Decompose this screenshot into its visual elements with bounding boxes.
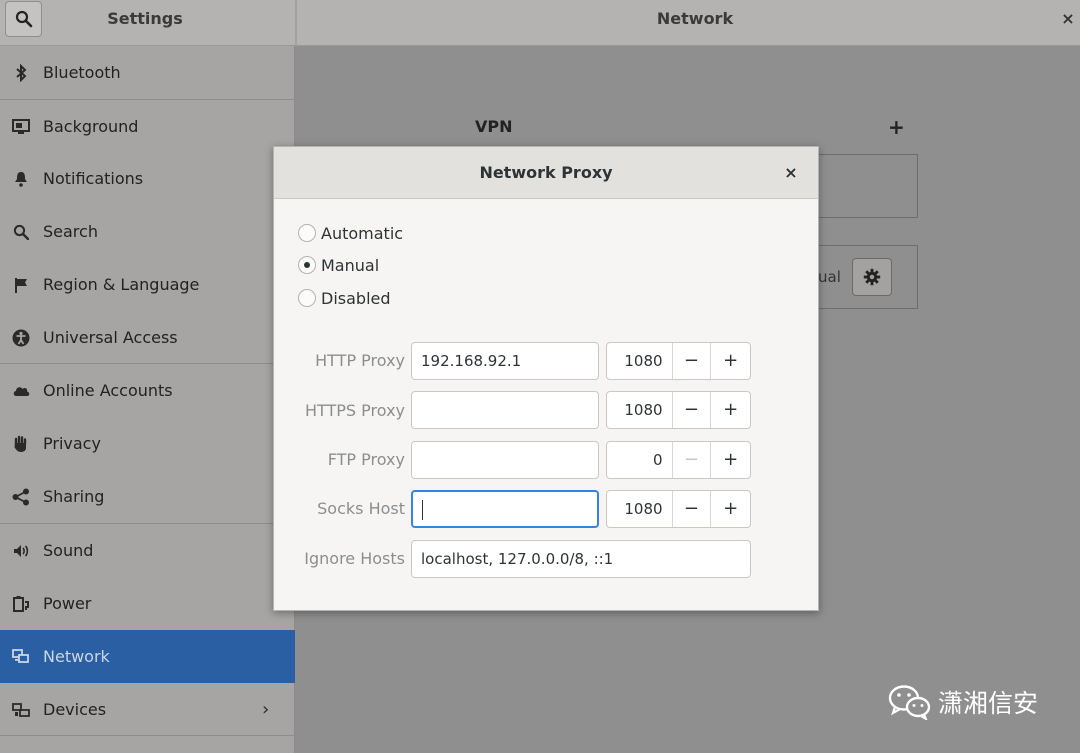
port-increment-button[interactable]: + xyxy=(711,491,750,527)
http-proxy-label: HTTP Proxy xyxy=(315,351,405,370)
socks-host-label: Socks Host xyxy=(317,499,405,518)
https-proxy-label: HTTPS Proxy xyxy=(304,401,405,420)
divider xyxy=(0,735,295,736)
network-proxy-dialog: Network Proxy × Automatic Manual Disable… xyxy=(273,146,819,611)
ignore-hosts-input[interactable]: localhost, 127.0.0.0/8, ::1 xyxy=(411,540,751,578)
sidebar-item-label: Background xyxy=(43,117,139,136)
port-increment-button[interactable]: + xyxy=(711,442,750,478)
window-close-button[interactable]: × xyxy=(1057,8,1079,30)
chevron-right-icon: › xyxy=(262,699,270,720)
sidebar-item-label: Notifications xyxy=(43,169,144,188)
speaker-icon xyxy=(12,542,30,560)
sidebar-item-online-accounts[interactable]: Online Accounts xyxy=(0,364,295,417)
sidebar-item-sharing[interactable]: Sharing xyxy=(0,470,295,523)
sidebar-item-power[interactable]: Power xyxy=(0,577,295,630)
ftp-proxy-host-input[interactable] xyxy=(411,441,599,479)
radio-disabled[interactable]: Disabled xyxy=(298,286,391,310)
network-icon xyxy=(12,648,30,666)
sidebar-item-universal-access[interactable]: Universal Access xyxy=(0,311,295,364)
sidebar-item-label: Online Accounts xyxy=(43,381,173,400)
dialog-close-button[interactable]: × xyxy=(778,161,804,185)
port-increment-button[interactable]: + xyxy=(711,343,750,379)
search-icon xyxy=(12,223,30,241)
wechat-icon xyxy=(888,685,931,720)
sidebar-item-privacy[interactable]: Privacy xyxy=(0,417,295,470)
sidebar-item-label: Bluetooth xyxy=(43,63,121,82)
ftp-proxy-label: FTP Proxy xyxy=(327,450,405,469)
panel-title: Network xyxy=(656,9,734,28)
sidebar-item-notifications[interactable]: Notifications xyxy=(0,152,295,205)
port-decrement-button[interactable]: − xyxy=(673,343,712,379)
radio-automatic[interactable]: Automatic xyxy=(298,221,403,245)
sidebar-item-sound[interactable]: Sound xyxy=(0,524,295,577)
sidebar-item-label: Region & Language xyxy=(43,275,200,294)
share-icon xyxy=(12,488,30,506)
text-cursor xyxy=(422,499,423,520)
flag-icon xyxy=(12,276,30,294)
socks-port-spinner: 1080 − + xyxy=(606,490,751,528)
dialog-title: Network Proxy xyxy=(479,163,613,182)
cloud-icon xyxy=(12,382,30,400)
ftp-proxy-port-spinner: 0 − + xyxy=(606,441,751,479)
port-value[interactable]: 1080 xyxy=(607,392,673,428)
radio-label: Disabled xyxy=(321,288,391,308)
sidebar-item-label: Privacy xyxy=(43,434,101,453)
add-vpn-button[interactable]: + xyxy=(888,115,905,139)
vpn-heading: VPN xyxy=(475,117,513,136)
radio-label: Automatic xyxy=(321,223,404,243)
sidebar-item-region-language[interactable]: Region & Language xyxy=(0,258,295,311)
bell-icon xyxy=(12,170,30,188)
http-proxy-port-spinner: 1080 − + xyxy=(606,342,751,380)
sidebar-item-bluetooth[interactable]: Bluetooth xyxy=(0,46,295,99)
radio-indicator xyxy=(298,256,316,274)
sidebar-item-devices[interactable]: Devices › xyxy=(0,683,295,736)
devices-icon xyxy=(12,701,30,719)
proxy-settings-button[interactable] xyxy=(852,258,892,296)
sidebar-item-background[interactable]: Background xyxy=(0,100,295,153)
port-decrement-button[interactable]: − xyxy=(673,442,712,478)
background-icon xyxy=(12,118,30,136)
sidebar-item-label: Sharing xyxy=(43,487,105,506)
vpn-list-frame xyxy=(818,154,918,218)
search-button[interactable] xyxy=(5,1,42,37)
http-proxy-host-input[interactable]: 192.168.92.1 xyxy=(411,342,599,380)
sidebar-item-label: Universal Access xyxy=(43,328,178,347)
https-proxy-port-spinner: 1080 − + xyxy=(606,391,751,429)
power-icon xyxy=(12,595,30,613)
radio-indicator xyxy=(298,224,316,242)
radio-indicator xyxy=(298,289,316,307)
sidebar-item-search[interactable]: Search xyxy=(0,205,295,258)
watermark: 潇湘信安 xyxy=(888,684,1038,720)
https-proxy-host-input[interactable] xyxy=(411,391,599,429)
settings-title: Settings xyxy=(107,9,183,28)
sidebar-item-label: Search xyxy=(43,222,98,241)
sidebar-item-label: Devices xyxy=(43,700,107,719)
port-value[interactable]: 1080 xyxy=(607,343,673,379)
gear-icon xyxy=(863,268,881,286)
radio-label: Manual xyxy=(321,255,380,275)
ignore-hosts-label: Ignore Hosts xyxy=(304,549,405,568)
bluetooth-icon xyxy=(12,63,30,82)
hand-icon xyxy=(12,435,30,453)
radio-manual[interactable]: Manual xyxy=(298,253,379,277)
sidebar-item-label: Network xyxy=(43,647,110,666)
watermark-text: 潇湘信安 xyxy=(938,689,1039,718)
port-decrement-button[interactable]: − xyxy=(673,392,712,428)
sidebar-item-label: Sound xyxy=(43,541,94,560)
sidebar-item-label: Power xyxy=(43,594,92,613)
proxy-mode-text: ual xyxy=(818,268,841,286)
socks-host-input[interactable] xyxy=(411,490,599,528)
port-value[interactable]: 1080 xyxy=(607,491,673,527)
sidebar-item-network[interactable]: Network xyxy=(0,630,295,683)
port-increment-button[interactable]: + xyxy=(711,392,750,428)
port-value[interactable]: 0 xyxy=(607,442,673,478)
accessibility-icon xyxy=(12,329,30,347)
sidebar: Bluetooth Background Notifications Searc… xyxy=(0,46,295,753)
search-icon xyxy=(15,10,32,28)
port-decrement-button[interactable]: − xyxy=(673,491,712,527)
